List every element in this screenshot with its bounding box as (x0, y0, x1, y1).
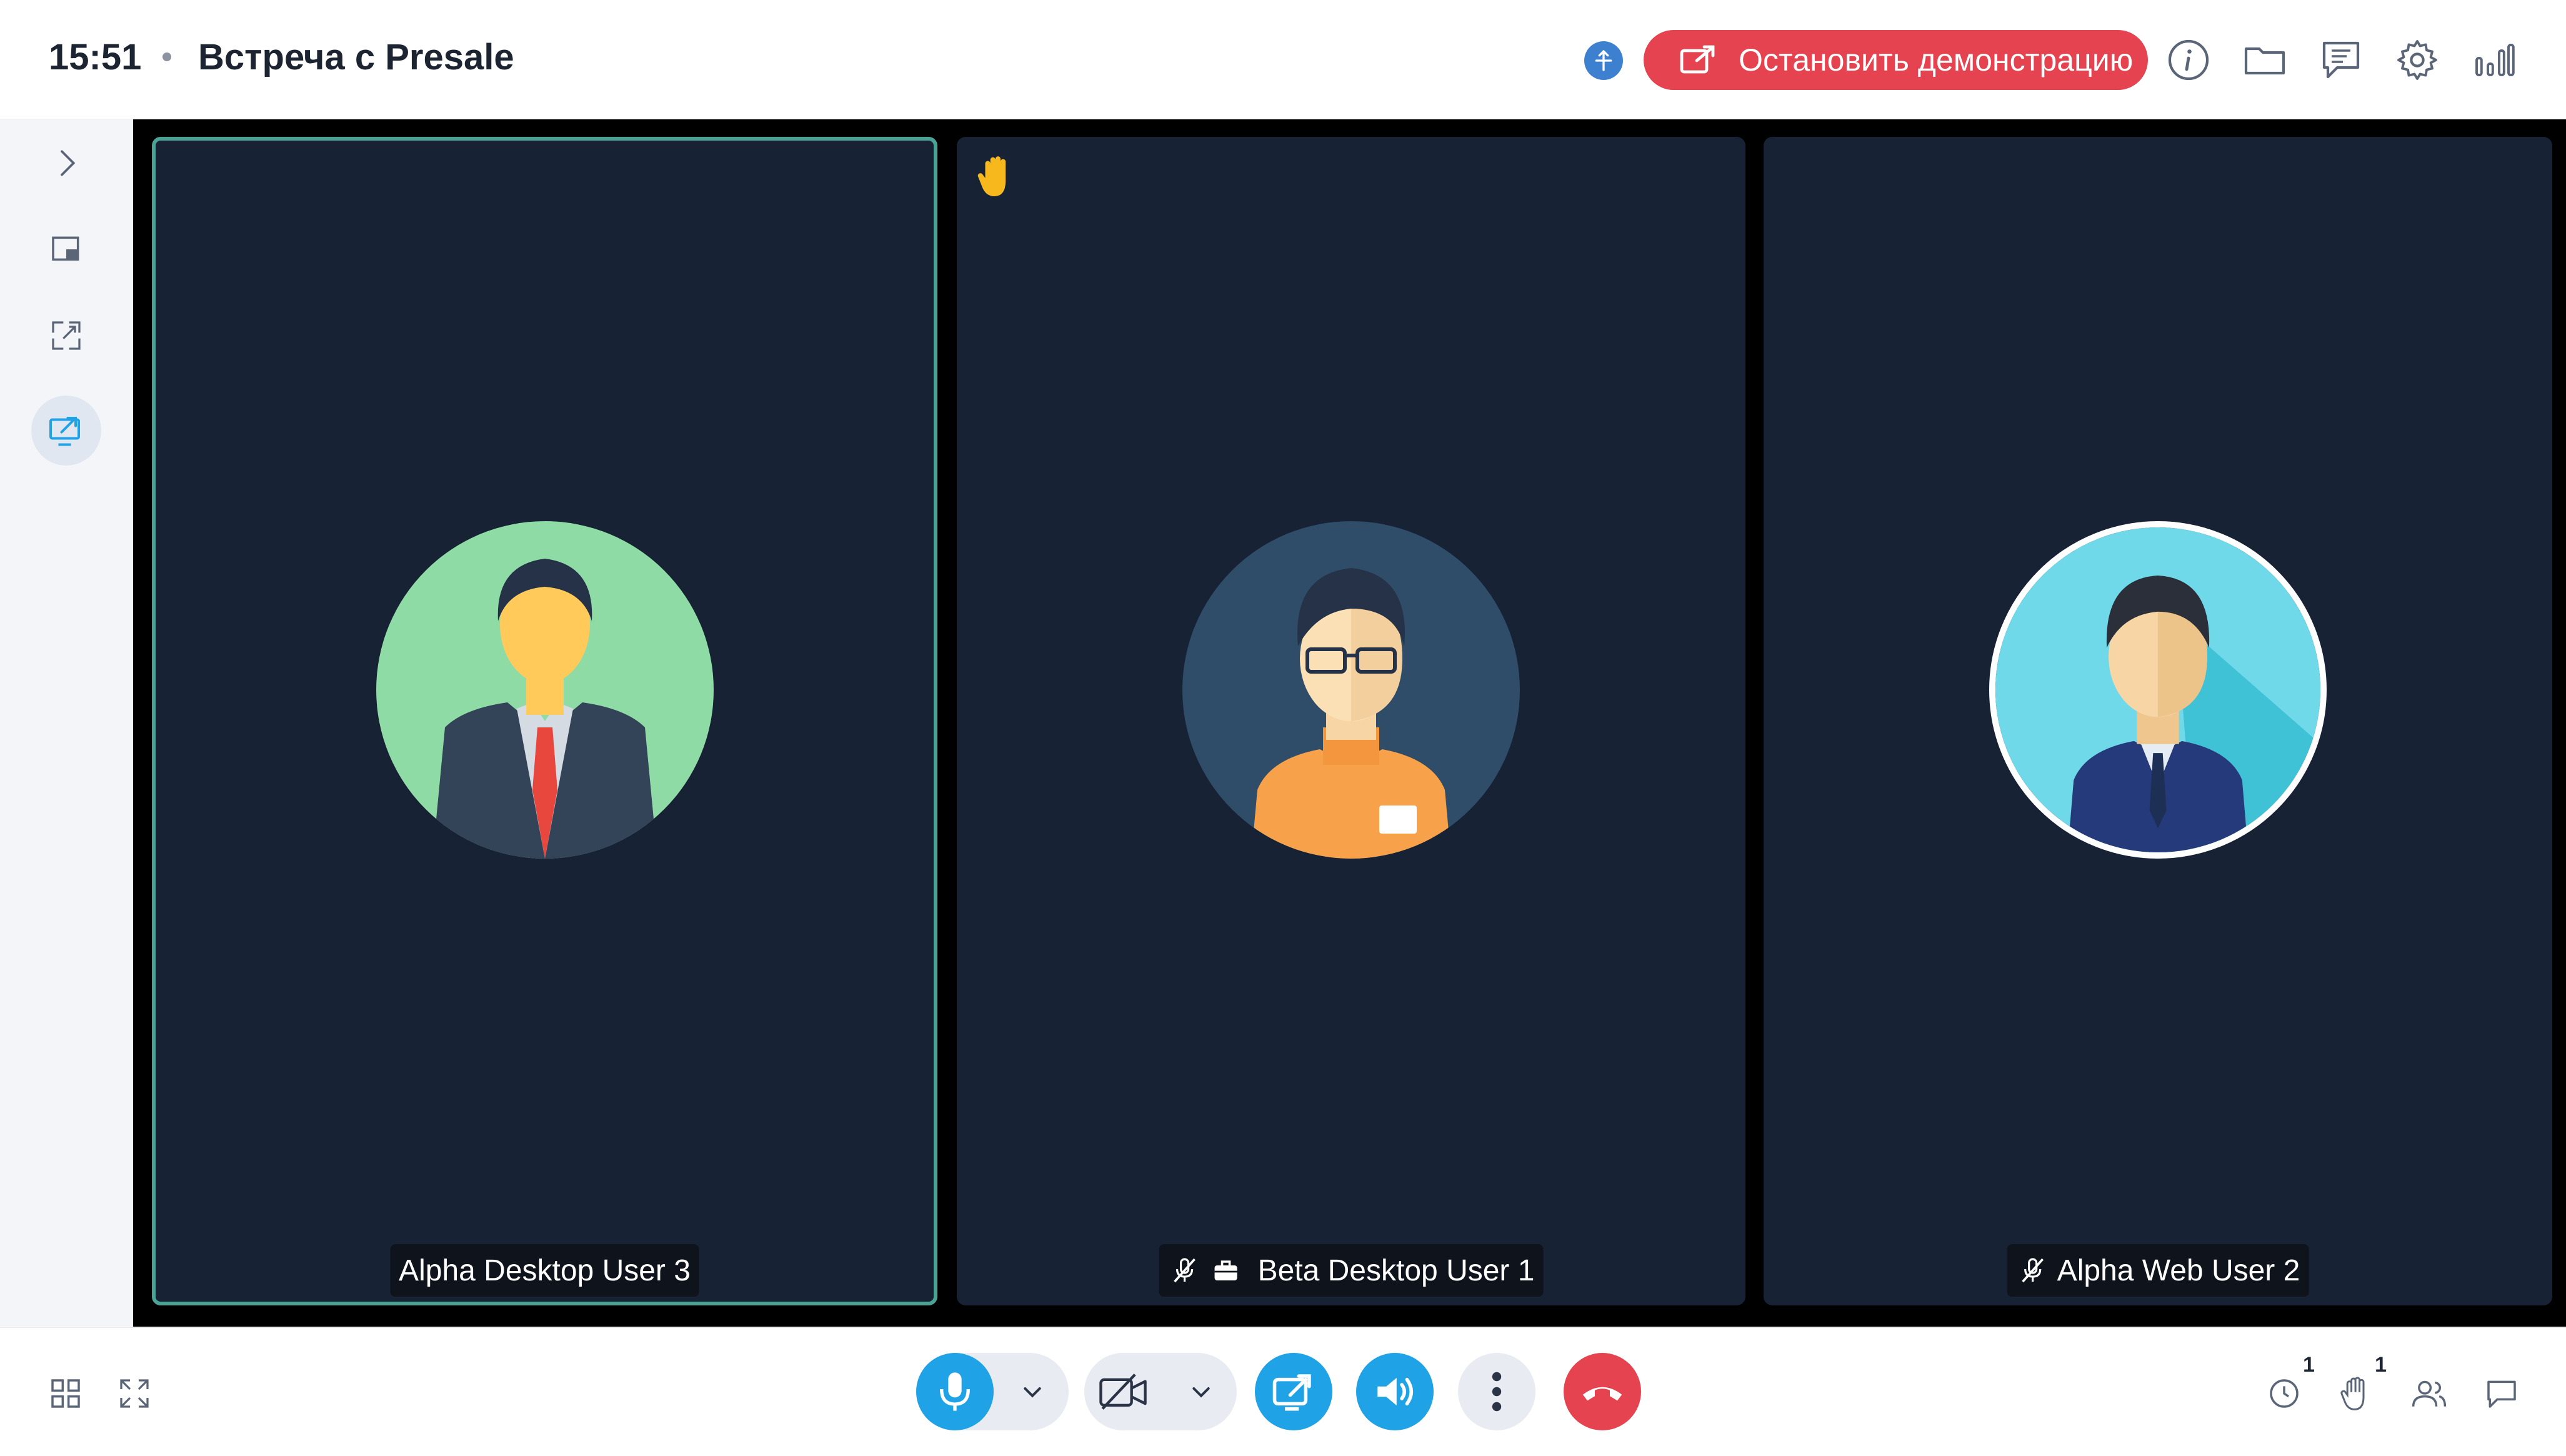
picture-in-picture-icon[interactable] (35, 218, 97, 281)
participant-tile[interactable]: Alpha Web User 2 (1764, 137, 2552, 1305)
speaker-button[interactable] (1356, 1353, 1434, 1430)
more-button[interactable] (1458, 1353, 1535, 1430)
grid-layout-icon[interactable] (37, 1365, 94, 1422)
screen-share-icon[interactable] (31, 396, 101, 466)
settings-icon[interactable] (2392, 35, 2442, 85)
camera-options[interactable] (1181, 1372, 1221, 1412)
avatar (376, 521, 714, 859)
hang-up-button[interactable] (1564, 1353, 1641, 1430)
camera-off-button[interactable] (1084, 1353, 1162, 1430)
separator-dot (162, 52, 171, 61)
globe-icon[interactable] (1584, 41, 1623, 80)
participant-name-badge: Alpha Web User 2 (2007, 1244, 2309, 1297)
bottom-toolbar: 1 1 (0, 1327, 2566, 1456)
participant-name-badge: Alpha Desktop User 3 (390, 1244, 699, 1297)
meeting-title: Встреча с Presale (198, 37, 514, 77)
folder-icon[interactable] (2240, 35, 2290, 85)
participant-name: Beta Desktop User 1 (1257, 1254, 1535, 1287)
mic-muted-icon (1168, 1254, 1202, 1287)
briefcase-icon (1209, 1254, 1243, 1287)
stop-demonstration-label: Остановить демонстрацию (1739, 42, 2134, 77)
stop-share-icon (1676, 40, 1720, 80)
meeting-time: 15:51 (49, 37, 142, 77)
avatar (1989, 521, 2327, 859)
mic-muted-icon (2016, 1254, 2050, 1287)
participant-name: Alpha Desktop User 3 (399, 1254, 691, 1287)
raised-hand-icon (968, 148, 1024, 204)
video-conference-window: 15:51 Встреча с Presale Остановить демон… (0, 0, 2566, 1456)
expand-icon[interactable] (35, 304, 97, 367)
signal-bars-icon[interactable] (2469, 35, 2519, 85)
share-screen-button[interactable] (1255, 1353, 1332, 1430)
stop-demonstration-button[interactable]: Остановить демонстрацию (1644, 30, 2148, 90)
microphone-options[interactable] (1012, 1372, 1052, 1412)
microphone-button[interactable] (916, 1353, 994, 1430)
chevron-right-icon[interactable] (35, 132, 97, 194)
top-bar: 15:51 Встреча с Presale Остановить демон… (0, 0, 2566, 119)
participants-icon[interactable] (2401, 1365, 2457, 1422)
participant-tile[interactable]: Alpha Desktop User 3 (152, 137, 937, 1305)
chat-icon[interactable] (2474, 1365, 2530, 1422)
fullscreen-icon[interactable] (106, 1365, 162, 1422)
info-icon[interactable] (2164, 35, 2214, 85)
participant-name: Alpha Web User 2 (2057, 1254, 2300, 1287)
video-stage: Alpha Desktop User 3 Beta Desktop User 1… (133, 119, 2566, 1327)
participant-name-badge: Beta Desktop User 1 (1159, 1244, 1544, 1297)
chat-list-icon[interactable] (2316, 35, 2366, 85)
participant-tile[interactable]: Beta Desktop User 1 (957, 137, 1745, 1305)
avatar (1182, 521, 1520, 859)
clock-count: 1 (2303, 1353, 2315, 1377)
left-sidebar (0, 119, 133, 1327)
hands-count: 1 (2375, 1353, 2387, 1377)
